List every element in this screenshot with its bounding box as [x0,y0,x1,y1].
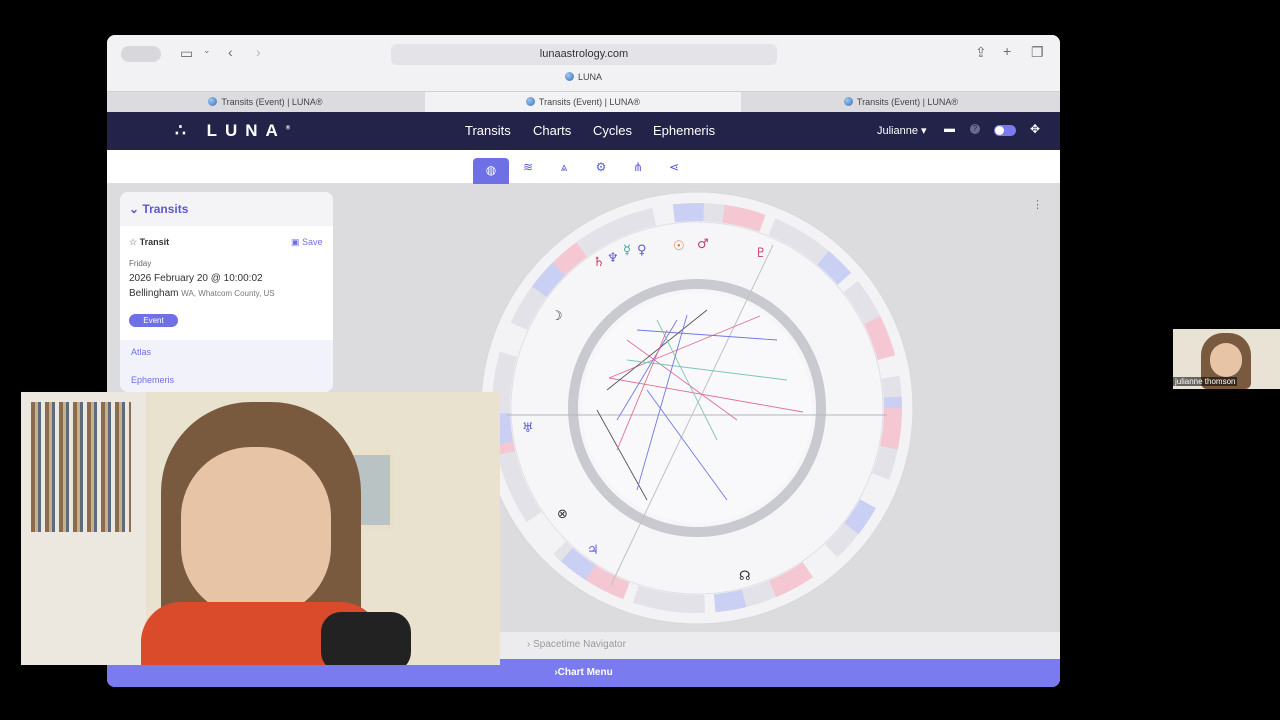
datetime-value[interactable]: 2026 February 20 @ 10:00:02 [129,273,263,284]
spacetime-navigator[interactable]: › Spacetime Navigator [499,632,1060,659]
url-text: lunaastrology.com [539,48,629,60]
books [31,402,131,532]
luna-logo[interactable]: ∴ LUNA® [175,121,290,141]
pluto-glyph: ♇ [755,246,767,261]
tab-2[interactable]: Transits (Event) | LUNA® [425,92,741,113]
toggle-knob [995,126,1004,135]
webcam-video [21,392,500,665]
more-options-icon[interactable]: ⋮ [1032,198,1043,211]
uranus-glyph: ♅ [522,421,534,436]
address-bar[interactable]: lunaastrology.com [391,44,777,65]
day-label: Friday [129,259,152,268]
user-menu[interactable]: Julianne ▾ [877,124,927,137]
aspect-circle [582,293,812,523]
fortune-glyph: ⊗ [557,507,568,522]
node-glyph: ☊ [739,569,751,584]
location-value[interactable]: Bellingham WA, Whatcom County, US [129,288,275,299]
nav-transits[interactable]: Transits [465,123,511,138]
tab-3[interactable]: Transits (Event) | LUNA® [742,92,1060,113]
svg-text:☿: ☿ [623,243,631,258]
atlas-link[interactable]: Atlas [131,347,151,357]
tab-1[interactable]: Transits (Event) | LUNA® [107,92,424,113]
participant-name: julianne thomson [1173,377,1238,386]
transit-row: ☆ Transit [129,237,170,247]
share-icon[interactable]: ⇪ [975,44,987,61]
nav-cycles[interactable]: Cycles [593,123,632,138]
new-tab-icon[interactable]: + [1003,43,1011,59]
tab-overview-button[interactable] [121,46,161,62]
layers-icon[interactable]: ≋ [518,158,538,176]
moon-glyph: ☽ [551,309,563,324]
person-face [181,447,331,617]
share-chart-icon[interactable]: ⋖ [664,158,684,176]
help-icon[interactable]: ? [970,124,980,134]
chevron-down-icon[interactable]: ⌄ [203,45,211,56]
globe-icon [564,72,574,81]
wheel-view-icon[interactable]: ◍ [473,158,509,184]
ephemeris-link[interactable]: Ephemeris [131,375,174,385]
panel-header[interactable]: ⌄ Transits [120,192,333,226]
mars-glyph: ♂ [697,237,709,252]
nav-charts[interactable]: Charts [533,123,571,138]
chevron-down-icon: ⌄ [129,202,140,216]
save-icon: ▣ [291,237,300,247]
thumb-face [1210,343,1242,377]
chart-toolbar: ◍ ≋ ⩓ ⚙ ⋔ ⋖ [107,150,1060,184]
globe-icon [525,97,535,106]
tab-strip: Transits (Event) | LUNA® Transits (Event… [107,91,1060,113]
settings-icon[interactable]: ⚙ [591,158,611,176]
star-icon[interactable]: ☆ [129,237,137,247]
sidebar-icon[interactable]: ▭ [180,45,193,62]
folder-icon[interactable]: ▬ [944,123,955,135]
globe-icon [208,97,218,106]
event-badge[interactable]: Event [129,314,178,327]
transits-panel: ⌄ Transits ☆ Transit ▣ Save Friday 2026 … [120,192,333,392]
participant-thumbnail: julianne thomson [1173,329,1280,389]
hierarchy-icon[interactable]: ⋔ [628,158,648,176]
forward-icon[interactable]: › [256,44,261,60]
chevron-right-icon: › [527,639,531,650]
astrology-chart-wheel[interactable]: ♄ ♆ ☿ ♀ ☉ ♂ ♇ ☽ ♅ ♃ ⊗ ☊ [477,190,917,630]
theme-toggle[interactable] [994,125,1016,136]
venus-glyph: ♀ [637,243,647,258]
browser-toolbar: ▭ ⌄ ‹ › lunaastrology.com ⇪ + ❐ LUNA [107,35,1060,91]
tabs-icon[interactable]: ❐ [1031,44,1044,61]
window-title: LUNA [107,72,1060,82]
globe-icon [843,97,853,106]
site-navbar: ∴ LUNA® Transits Charts Cycles Ephemeris… [107,112,1060,150]
nav-ephemeris[interactable]: Ephemeris [653,123,715,138]
microphone [321,612,411,665]
save-button[interactable]: ▣ Save [291,237,323,248]
jupiter-glyph: ♃ [587,543,599,558]
sun-glyph: ☉ [673,239,685,254]
back-icon[interactable]: ‹ [228,44,233,60]
panel-links: Atlas Ephemeris [120,340,333,392]
saturn-glyph: ♄ [593,255,605,270]
fullscreen-icon[interactable]: ✥ [1030,122,1040,136]
neptune-glyph: ♆ [607,251,619,266]
aspects-icon[interactable]: ⩓ [554,158,574,176]
